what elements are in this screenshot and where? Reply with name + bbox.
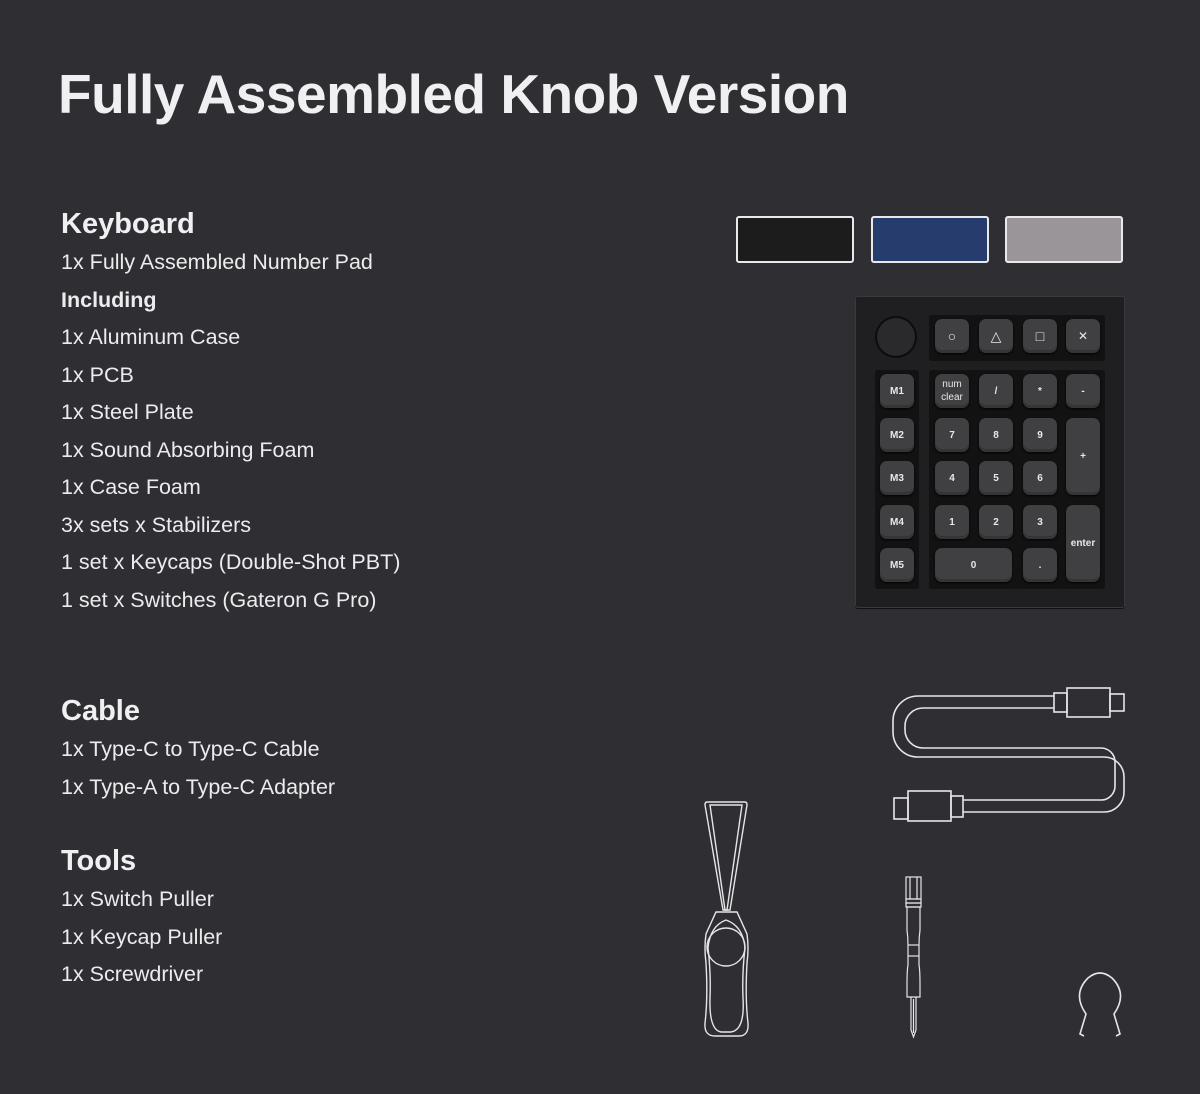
cable-heading: Cable <box>61 695 140 727</box>
list-item: 1x Fully Assembled Number Pad <box>61 250 373 274</box>
list-item: 1x Aluminum Case <box>61 325 241 349</box>
color-swatch-gray[interactable] <box>1005 216 1123 263</box>
list-item: 1x Steel Plate <box>61 400 194 424</box>
key-9[interactable]: 9 <box>1023 418 1057 452</box>
key-m1[interactable]: M1 <box>880 374 914 408</box>
key-m5[interactable]: M5 <box>880 548 914 582</box>
list-item: 1x Sound Absorbing Foam <box>61 437 315 462</box>
key-m2[interactable]: M2 <box>880 418 914 452</box>
key-3[interactable]: 3 <box>1023 505 1057 539</box>
rotary-knob[interactable] <box>877 318 915 356</box>
key-8[interactable]: 8 <box>979 418 1013 452</box>
key-circle[interactable]: ○ <box>935 319 969 353</box>
color-swatch-black[interactable] <box>736 216 854 263</box>
tools-heading: Tools <box>61 845 137 877</box>
key-cross[interactable]: ✕ <box>1066 319 1100 353</box>
key-num-clear-line1: num <box>942 379 962 390</box>
key-slash[interactable]: / <box>979 374 1013 408</box>
tools-item-list: 1x Switch Puller 1x Keycap Puller 1x Scr… <box>61 881 222 994</box>
keyboard-item-list: 1x Fully Assembled Number Pad Including … <box>61 244 400 619</box>
key-square[interactable]: □ <box>1023 319 1057 353</box>
list-item: 1x Screwdriver <box>61 962 204 986</box>
list-item: 1x PCB <box>61 362 134 387</box>
key-6[interactable]: 6 <box>1023 461 1057 495</box>
list-item: 1x Type-A to Type-C Adapter <box>61 774 336 799</box>
keyboard-section: Keyboard 1x Fully Assembled Number Pad I… <box>61 204 400 619</box>
list-item: 1 set x Keycaps (Double-Shot PBT) <box>61 550 401 574</box>
key-5[interactable]: 5 <box>979 461 1013 495</box>
key-triangle[interactable]: △ <box>979 319 1013 353</box>
screwdriver-icon <box>904 875 924 1040</box>
key-dot[interactable]: . <box>1023 548 1057 582</box>
key-2[interactable]: 2 <box>979 505 1013 539</box>
key-m3[interactable]: M3 <box>880 461 914 495</box>
list-item: 1x Case Foam <box>61 475 201 499</box>
cable-item-list: 1x Type-C to Type-C Cable 1x Type-A to T… <box>61 731 335 806</box>
key-m4[interactable]: M4 <box>880 505 914 539</box>
key-1[interactable]: 1 <box>935 505 969 539</box>
key-enter[interactable]: enter <box>1066 505 1100 582</box>
key-asterisk[interactable]: * <box>1023 374 1057 408</box>
key-num-clear[interactable]: num clear <box>935 374 969 408</box>
page-title: Fully Assembled Knob Version <box>58 63 849 125</box>
key-minus[interactable]: - <box>1066 374 1100 408</box>
list-item: 1x Type-C to Type-C Cable <box>61 737 320 761</box>
cable-section: Cable 1x Type-C to Type-C Cable 1x Type-… <box>61 691 335 806</box>
usb-c-cable-icon <box>888 684 1133 826</box>
including-label: Including <box>61 287 157 312</box>
key-0[interactable]: 0 <box>935 548 1012 582</box>
key-7[interactable]: 7 <box>935 418 969 452</box>
key-4[interactable]: 4 <box>935 461 969 495</box>
list-item: 1 set x Switches (Gateron G Pro) <box>61 587 377 612</box>
key-num-clear-line2: clear <box>941 392 963 403</box>
list-item: 1x Keycap Puller <box>61 924 223 949</box>
keycap-puller-icon <box>1076 970 1124 1038</box>
list-item: 3x sets x Stabilizers <box>61 512 251 537</box>
key-plus[interactable]: + <box>1066 418 1100 495</box>
color-swatch-navy-blue[interactable] <box>871 216 989 263</box>
switch-puller-icon <box>701 798 753 1040</box>
list-item: 1x Switch Puller <box>61 887 214 911</box>
keyboard-heading: Keyboard <box>61 208 195 240</box>
tools-section: Tools 1x Switch Puller 1x Keycap Puller … <box>61 841 222 994</box>
